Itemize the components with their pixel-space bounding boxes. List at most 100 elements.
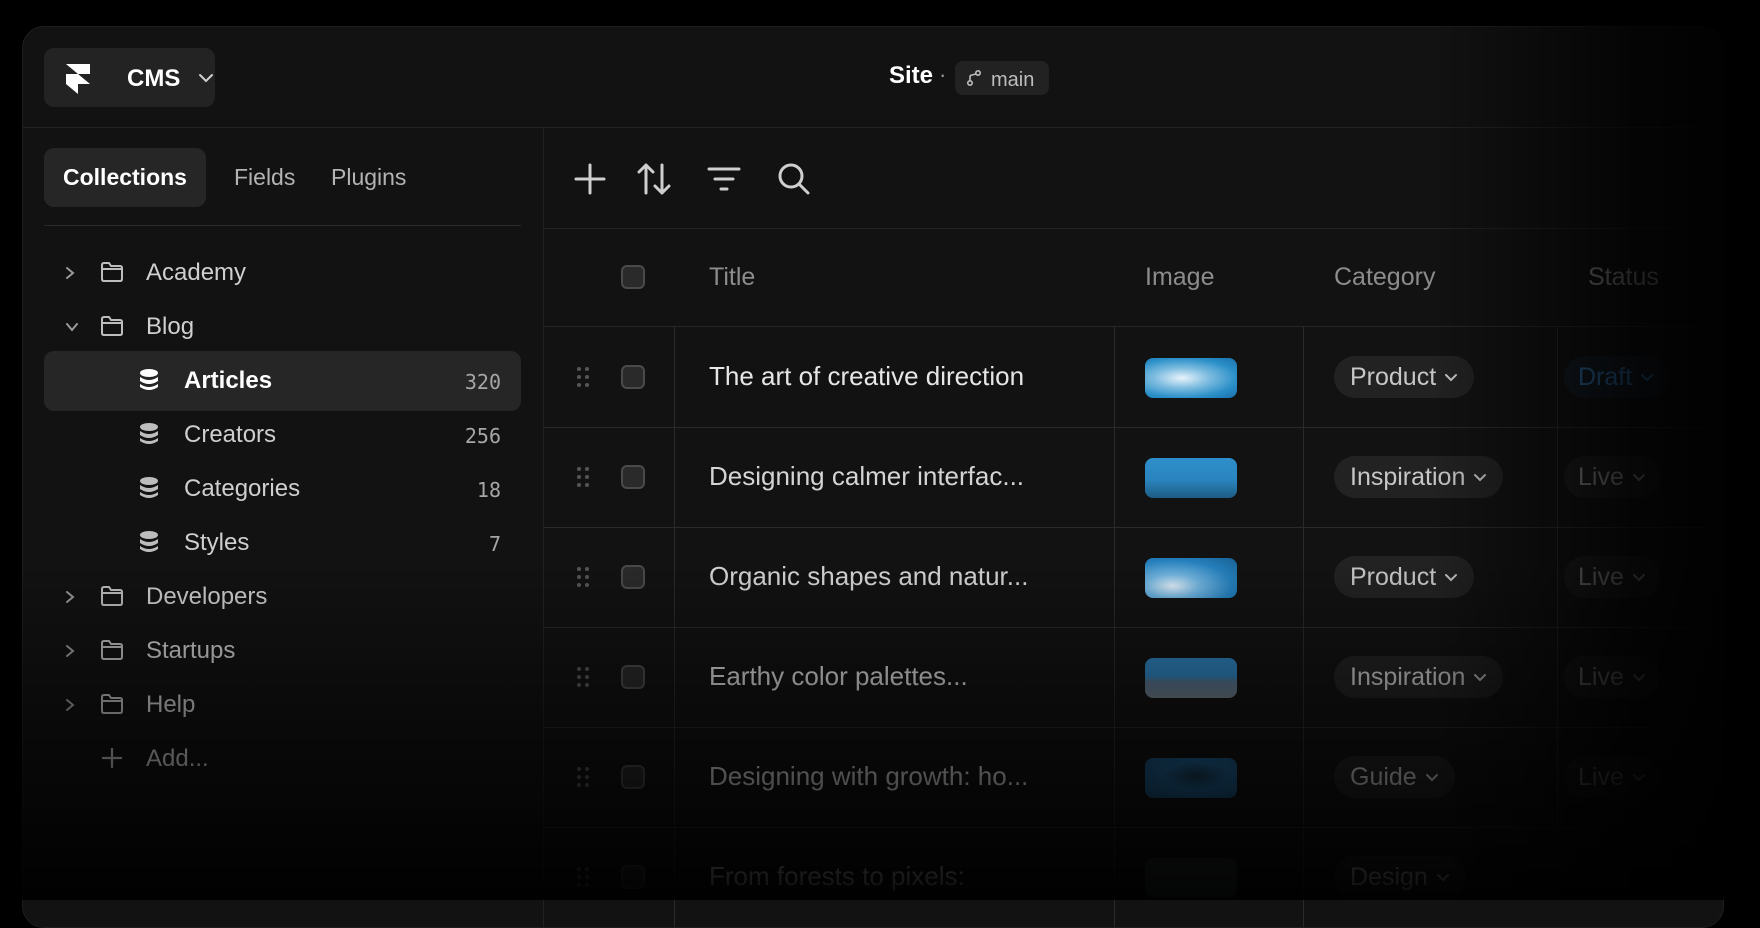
row-checkbox[interactable] (621, 865, 645, 889)
chevron-down-icon (66, 323, 78, 332)
sidebar-item-blog[interactable]: Blog (44, 297, 521, 357)
folder-icon (101, 316, 123, 336)
item-count: 7 (488, 532, 501, 556)
column-divider (1557, 627, 1558, 727)
column-divider (1557, 427, 1558, 527)
sidebar-item-label: Categories (184, 475, 301, 502)
cell-title[interactable]: From forests to pixels: (709, 861, 965, 892)
sidebar-item-articles[interactable]: Articles 320 (44, 351, 521, 411)
sidebar-item-creators[interactable]: Creators 256 (44, 405, 521, 465)
cell-title[interactable]: Designing calmer interfac... (709, 461, 1024, 492)
sort-icon[interactable] (634, 161, 674, 197)
category-select[interactable]: Inspiration (1334, 456, 1504, 498)
column-title[interactable]: Title (709, 263, 755, 292)
item-count: 18 (476, 478, 501, 502)
table-row[interactable]: From forests to pixels: Design (544, 827, 1723, 927)
database-icon (140, 423, 158, 444)
column-status[interactable]: Status (1588, 263, 1659, 292)
toolbar (544, 128, 1723, 229)
branch-pill[interactable]: main (955, 61, 1049, 95)
drag-handle-icon[interactable] (576, 765, 590, 789)
sidebar-item-startups[interactable]: Startups (44, 621, 521, 681)
column-divider (674, 627, 675, 727)
category-select[interactable]: Guide (1334, 756, 1455, 798)
cell-title[interactable]: The art of creative direction (709, 361, 1024, 392)
chevron-right-icon (66, 645, 75, 657)
category-select[interactable]: Product (1334, 556, 1475, 598)
tab-collections[interactable]: Collections (44, 148, 206, 207)
image-thumbnail[interactable] (1145, 458, 1237, 498)
image-thumbnail[interactable] (1145, 758, 1237, 798)
title-separator: · (939, 62, 947, 87)
row-checkbox[interactable] (621, 365, 645, 389)
sidebar-tabs: Collections Fields Plugins (44, 148, 521, 226)
chevron-down-icon (1436, 874, 1449, 882)
image-thumbnail[interactable] (1145, 658, 1237, 698)
table-row[interactable]: Earthy color palettes... Inspiration Liv… (544, 627, 1723, 728)
table-row[interactable]: Designing calmer interfac... Inspiration… (544, 427, 1723, 528)
column-category[interactable]: Category (1334, 263, 1435, 292)
cell-title[interactable]: Organic shapes and natur... (709, 561, 1028, 592)
sidebar-item-label: Startups (146, 637, 236, 664)
drag-handle-icon[interactable] (576, 365, 590, 389)
image-thumbnail[interactable] (1145, 858, 1237, 898)
category-select[interactable]: Inspiration (1334, 656, 1504, 698)
add-collection-button[interactable]: Add... (44, 729, 521, 789)
status-label: Live (1578, 763, 1624, 791)
cell-title[interactable]: Earthy color palettes... (709, 661, 968, 692)
column-divider (1114, 427, 1115, 527)
sidebar: Collections Fields Plugins Academy Blog … (23, 128, 544, 927)
chevron-right-icon (66, 267, 75, 279)
status-select[interactable]: Live (1564, 656, 1660, 698)
sidebar-item-developers[interactable]: Developers (44, 567, 521, 627)
select-all-checkbox[interactable] (621, 265, 645, 289)
tab-plugins[interactable]: Plugins (331, 148, 406, 207)
column-divider (1303, 427, 1304, 527)
sidebar-item-categories[interactable]: Categories 18 (44, 459, 521, 519)
column-divider (674, 827, 675, 927)
category-label: Product (1350, 363, 1437, 391)
column-divider (1114, 627, 1115, 727)
row-checkbox[interactable] (621, 565, 645, 589)
row-checkbox[interactable] (621, 465, 645, 489)
column-divider (674, 527, 675, 627)
drag-handle-icon[interactable] (576, 565, 590, 589)
column-divider (1303, 327, 1304, 427)
status-select[interactable]: Live (1564, 556, 1660, 598)
sidebar-item-styles[interactable]: Styles 7 (44, 513, 521, 573)
filter-icon[interactable] (706, 161, 742, 197)
column-image[interactable]: Image (1145, 263, 1214, 292)
table-row[interactable]: The art of creative direction Product Dr… (544, 327, 1723, 428)
column-divider (1557, 727, 1558, 827)
top-bar: CMS Site · main (23, 27, 1723, 128)
row-checkbox[interactable] (621, 765, 645, 789)
sidebar-item-academy[interactable]: Academy (44, 243, 521, 303)
category-select[interactable]: Design (1334, 856, 1466, 898)
category-label: Guide (1350, 763, 1417, 791)
search-icon[interactable] (776, 161, 812, 197)
table-row[interactable]: Organic shapes and natur... Product Live (544, 527, 1723, 628)
drag-handle-icon[interactable] (576, 665, 590, 689)
column-divider (1557, 327, 1558, 427)
sidebar-item-help[interactable]: Help (44, 675, 521, 735)
tab-fields[interactable]: Fields (234, 148, 295, 207)
status-label: Draft (1578, 363, 1633, 391)
column-divider (674, 427, 675, 527)
status-select[interactable]: Live (1564, 756, 1660, 798)
folder-icon (101, 586, 123, 606)
database-icon (140, 369, 158, 390)
table-row[interactable]: Designing with growth: ho... Guide Live (544, 727, 1723, 828)
status-select[interactable]: Live (1564, 456, 1660, 498)
image-thumbnail[interactable] (1145, 558, 1237, 598)
image-thumbnail[interactable] (1145, 358, 1237, 398)
cell-title[interactable]: Designing with growth: ho... (709, 761, 1028, 792)
app-label: CMS (127, 65, 181, 92)
sidebar-item-label: Add... (146, 745, 209, 772)
app-switcher-button[interactable]: CMS (44, 48, 215, 107)
drag-handle-icon[interactable] (576, 865, 590, 889)
row-checkbox[interactable] (621, 665, 645, 689)
plus-icon[interactable] (572, 161, 608, 197)
category-select[interactable]: Product (1334, 356, 1475, 398)
status-select[interactable]: Draft (1564, 356, 1669, 398)
drag-handle-icon[interactable] (576, 465, 590, 489)
